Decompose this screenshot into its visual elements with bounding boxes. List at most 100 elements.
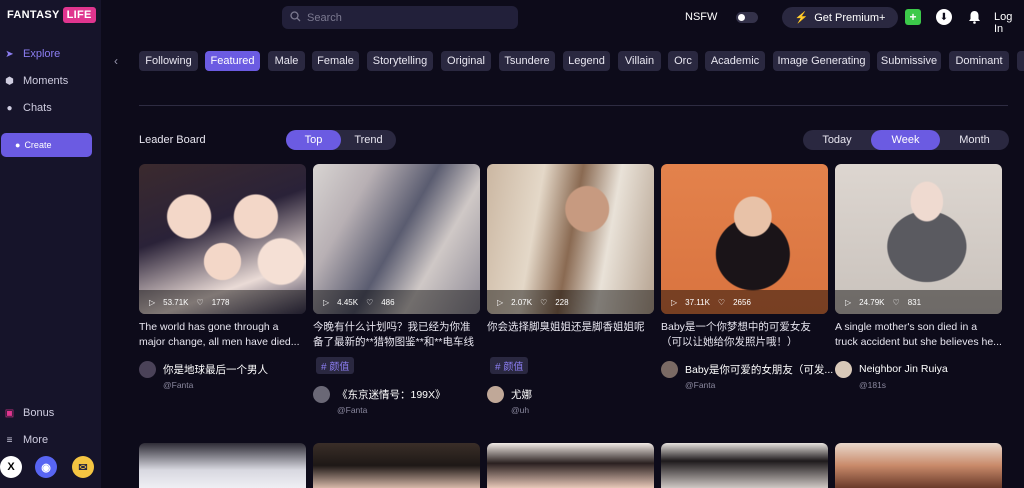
sidebar-item-bonus[interactable]: ▣ Bonus [4, 404, 54, 422]
mode-top[interactable]: Top [286, 130, 341, 150]
tag-original[interactable]: Original [441, 51, 491, 71]
bell-icon[interactable] [966, 9, 982, 25]
tag-dominant[interactable]: Dominant [949, 51, 1009, 71]
character-card-image[interactable] [835, 443, 1002, 488]
card-handle[interactable]: @uh [511, 405, 529, 415]
card-title: Baby是你可爱的女朋友（可发... [685, 363, 834, 376]
card-stats: ▷ 53.71K ♡ 1778 [139, 290, 306, 314]
card-hashtag[interactable]: # 颜值 [490, 357, 529, 374]
create-label: Create [24, 140, 52, 150]
character-card-image[interactable] [661, 443, 828, 488]
card-stats: ▷ 4.45K ♡ 486 [313, 290, 480, 314]
divider [139, 105, 1008, 106]
character-card-image[interactable] [139, 443, 306, 488]
login-link[interactable]: Log In [994, 11, 1024, 35]
play-icon: ▷ [845, 297, 852, 307]
card-stats: ▷ 24.79K ♡ 831 [835, 290, 1002, 314]
period-today[interactable]: Today [803, 130, 871, 150]
tag-featured[interactable]: Featured [205, 51, 260, 71]
avatar [661, 360, 678, 378]
avatar [487, 385, 504, 403]
tag-legend[interactable]: Legend [563, 51, 610, 71]
bolt-icon: ⚡ [794, 12, 809, 24]
card-description: Baby是一个你梦想中的可爱女友（可以让她给你发照片哦！） [661, 321, 811, 348]
sidebar-item-moments[interactable]: ⬢ Moments [4, 72, 68, 90]
sidebar-item-explore[interactable]: ➤ Explore [4, 45, 60, 63]
x-icon[interactable]: X [0, 456, 22, 478]
add-icon[interactable]: + [905, 9, 921, 25]
mode-trend[interactable]: Trend [341, 130, 396, 150]
tag-villain[interactable]: Villain [618, 51, 661, 71]
chevron-left-icon[interactable]: ‹ [114, 54, 118, 68]
email-icon[interactable]: ✉ [72, 456, 94, 478]
period-month[interactable]: Month [940, 130, 1009, 150]
card-handle[interactable]: @181s [859, 380, 886, 390]
sidebar-item-label: Explore [23, 48, 61, 60]
card-title: 《东京迷情号：199X》 [337, 388, 446, 401]
play-icon: ▷ [323, 297, 330, 307]
leaderboard-mode-switch: Top Trend [286, 130, 396, 150]
get-premium-button[interactable]: ⚡ Get Premium+ [782, 7, 898, 28]
download-icon[interactable]: ⬇ [936, 9, 952, 25]
tag-image-generating[interactable]: Image Generating [773, 51, 870, 71]
heart-icon: ♡ [540, 297, 548, 307]
avatar [313, 385, 330, 403]
heart-icon: ♡ [366, 297, 374, 307]
explore-icon: ➤ [5, 48, 14, 60]
card-handle[interactable]: @Fanta [685, 380, 715, 390]
sidebar-item-label: Bonus [23, 407, 55, 419]
tag-submissive[interactable]: Submissive [877, 51, 941, 71]
tag-tsundere[interactable]: Tsundere [499, 51, 555, 71]
card-description: 今晚有什么计划吗？我已经为你准备了最新的**猎物图鉴**和**电车线路**... [313, 321, 475, 348]
tag-storytelling[interactable]: Storytelling [367, 51, 433, 71]
card-stats: ▷ 37.11K ♡ 2656 [661, 290, 828, 314]
search-placeholder: Search [307, 11, 342, 24]
logo-accent: LIFE [62, 7, 96, 23]
toggle-knob [738, 14, 745, 21]
play-icon: ▷ [671, 297, 678, 307]
character-card-image[interactable] [313, 443, 480, 488]
card-likes: 486 [381, 297, 395, 307]
card-author[interactable]: Neighbor Jin Ruiya [835, 360, 948, 378]
tag-male[interactable]: Male [268, 51, 305, 71]
card-image: ▷ 37.11K ♡ 2656 [661, 164, 828, 314]
card-hashtag[interactable]: # 颜值 [316, 357, 355, 374]
sidebar-item-more[interactable]: ≡ More [4, 431, 48, 449]
sidebar-item-chats[interactable]: ● Chats [4, 99, 51, 117]
search-icon [290, 10, 301, 25]
tag-overflow[interactable] [1017, 51, 1024, 71]
create-button[interactable]: ● Create [1, 133, 92, 157]
card-handle[interactable]: @Fanta [163, 380, 193, 390]
nsfw-toggle[interactable] [736, 12, 758, 23]
card-author[interactable]: Baby是你可爱的女朋友（可发... [661, 360, 833, 378]
card-title: 你是地球最后一个男人 [163, 363, 268, 376]
tag-following[interactable]: Following [139, 51, 198, 71]
card-title: 尤娜 [511, 388, 532, 401]
character-card-image[interactable] [487, 443, 654, 488]
tag-female[interactable]: Female [312, 51, 359, 71]
card-author[interactable]: 《东京迷情号：199X》 [313, 385, 446, 403]
avatar [835, 360, 852, 378]
sidebar-item-label: More [23, 434, 49, 446]
card-image: ▷ 53.71K ♡ 1778 [139, 164, 306, 314]
sidebar: FANTASY LIFE ➤ Explore ⬢ Moments ● Chats… [0, 0, 101, 488]
app-logo[interactable]: FANTASY LIFE [7, 7, 96, 23]
card-views: 4.45K [337, 297, 359, 307]
card-image: ▷ 24.79K ♡ 831 [835, 164, 1002, 314]
tag-academic[interactable]: Academic [705, 51, 765, 71]
card-views: 24.79K [859, 297, 885, 307]
card-image: ▷ 2.07K ♡ 228 [487, 164, 654, 314]
tag-orc[interactable]: Orc [668, 51, 698, 71]
card-author[interactable]: 尤娜 [487, 385, 532, 403]
nsfw-label: NSFW [685, 11, 718, 23]
card-handle[interactable]: @Fanta [337, 405, 367, 415]
play-icon: ▷ [149, 297, 156, 307]
period-week[interactable]: Week [871, 130, 940, 150]
search-input[interactable]: Search [282, 6, 518, 29]
card-description: The world has gone through a major chang… [139, 321, 300, 348]
discord-icon[interactable]: ◉ [35, 456, 57, 478]
play-icon: ▷ [497, 297, 504, 307]
leaderboard-period-switch: Today Week Month [803, 130, 1009, 150]
card-author[interactable]: 你是地球最后一个男人 [139, 360, 268, 378]
heart-icon: ♡ [717, 297, 726, 307]
